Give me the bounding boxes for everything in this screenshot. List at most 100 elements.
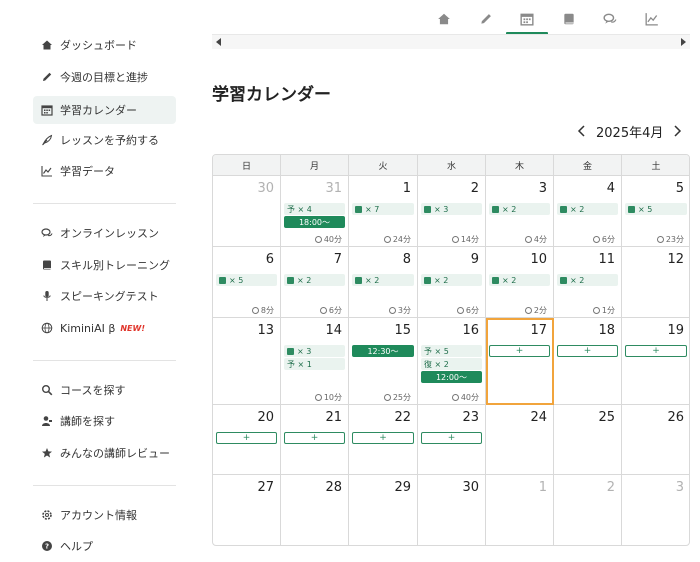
calendar-day[interactable]: 23 + — [418, 405, 486, 475]
calendar-day[interactable]: 7 × 2 6分 — [281, 247, 349, 318]
calendar-day[interactable]: 6 × 5 8分 — [213, 247, 281, 318]
sidebar-item-14[interactable]: ? ヘルプ — [33, 532, 176, 560]
scroll-right-icon[interactable] — [678, 37, 688, 47]
study-record-chip[interactable]: 予 × 5 — [421, 345, 482, 357]
study-record-chip[interactable]: 予 × 1 — [284, 358, 345, 370]
next-month-button[interactable] — [669, 123, 685, 139]
lesson-reservation[interactable]: 12:00～ — [421, 371, 482, 383]
sidebar-item-1[interactable]: ダッシュボード — [33, 31, 176, 59]
tab-pencil[interactable] — [466, 6, 506, 34]
calendar-day[interactable]: 20 + — [213, 405, 281, 475]
study-record-chip[interactable]: 復 × 2 — [421, 358, 482, 370]
calendar-day[interactable]: 1 × 7 24分 — [349, 176, 418, 247]
tab-home[interactable] — [424, 6, 464, 34]
scroll-left-icon[interactable] — [214, 37, 224, 47]
study-record-chip[interactable]: × 2 — [421, 274, 482, 286]
calendar-day[interactable]: 3 — [622, 475, 689, 545]
add-schedule-button[interactable]: + — [216, 432, 277, 444]
calendar-day[interactable]: 25 — [554, 405, 622, 475]
study-duration-value: 40分 — [323, 235, 342, 244]
study-record-chip[interactable]: × 2 — [489, 274, 550, 286]
sidebar-item-2[interactable]: 今週の目標と進捗 — [33, 63, 176, 91]
study-record-chip[interactable]: × 2 — [557, 274, 618, 286]
study-record-chip[interactable]: × 2 — [284, 274, 345, 286]
calendar-day[interactable]: 28 — [281, 475, 349, 545]
day-number: 21 — [325, 410, 342, 425]
add-schedule-button[interactable]: + — [421, 432, 482, 444]
calendar-day[interactable]: 21 + — [281, 405, 349, 475]
calendar-day[interactable]: 8 × 2 3分 — [349, 247, 418, 318]
study-duration-value: 6分 — [601, 235, 615, 244]
tab-scroll-strip[interactable] — [212, 34, 690, 49]
study-record-label: × 2 — [502, 204, 517, 214]
calendar-day[interactable]: 26 — [622, 405, 689, 475]
study-record-chip[interactable]: × 5 — [216, 274, 277, 286]
calendar-day[interactable]: 3 × 2 4分 — [486, 176, 554, 247]
calendar-day[interactable]: 19 + — [622, 318, 689, 405]
study-record-chip[interactable]: × 2 — [557, 203, 618, 215]
sidebar-item-7[interactable]: スキル別トレーニング — [33, 251, 176, 279]
tab-chat[interactable] — [590, 6, 630, 34]
calendar-day[interactable]: 24 — [486, 405, 554, 475]
prev-month-button[interactable] — [574, 123, 590, 139]
add-schedule-button[interactable]: + — [557, 345, 618, 357]
calendar-day[interactable]: 18 + — [554, 318, 622, 405]
study-record-chip[interactable]: × 2 — [352, 274, 414, 286]
study-record-chip[interactable]: × 2 — [489, 203, 550, 215]
calendar-day[interactable]: 29 — [349, 475, 418, 545]
calendar-day[interactable]: 4 × 2 6分 — [554, 176, 622, 247]
calendar-day-today[interactable]: 17 + — [486, 318, 554, 405]
study-duration-value: 23分 — [665, 235, 684, 244]
calendar-day[interactable]: 14 × 3 予 × 1 10分 — [281, 318, 349, 405]
study-record-chip[interactable]: × 7 — [352, 203, 414, 215]
calendar-day[interactable]: 13 — [213, 318, 281, 405]
calendar-day[interactable]: 9 × 2 6分 — [418, 247, 486, 318]
calendar-day[interactable]: 11 × 2 1分 — [554, 247, 622, 318]
weekday-label: 木 — [486, 155, 554, 176]
calendar-day[interactable]: 2 — [554, 475, 622, 545]
sidebar-item-4[interactable]: レッスンを予約する — [33, 126, 176, 154]
sidebar-item-13[interactable]: アカウント情報 — [33, 501, 176, 529]
calendar-day[interactable]: 5 × 5 23分 — [622, 176, 689, 247]
book-icon — [560, 276, 567, 284]
calendar-day[interactable]: 12 — [622, 247, 689, 318]
study-record-chip[interactable]: 予 × 4 — [284, 203, 345, 215]
study-record-chip[interactable]: × 3 — [284, 345, 345, 357]
study-record-label: 予 × 4 — [287, 204, 312, 214]
lesson-reservation[interactable]: 18:00～ — [284, 216, 345, 228]
sidebar-item-8[interactable]: スピーキングテスト — [33, 282, 176, 310]
calendar-day[interactable]: 30 — [418, 475, 486, 545]
calendar-day[interactable]: 16 予 × 5 復 × 2 12:00～ 40分 — [418, 318, 486, 405]
day-number: 1 — [402, 181, 411, 196]
sidebar-item-6[interactable]: オンラインレッスン — [33, 219, 176, 247]
calendar-day[interactable]: 15 12:30～ 25分 — [349, 318, 418, 405]
lesson-reservation[interactable]: 12:30～ — [352, 345, 414, 357]
weekday-label: 土 — [651, 162, 661, 172]
calendar-day[interactable]: 31 予 × 4 18:00～ 40分 — [281, 176, 349, 247]
add-schedule-button[interactable]: + — [625, 345, 687, 357]
calendar-day[interactable]: 2 × 3 14分 — [418, 176, 486, 247]
sidebar-item-10[interactable]: コースを探す — [33, 376, 176, 404]
tab-calendar[interactable] — [506, 6, 548, 35]
calendar-day[interactable]: 30 — [213, 176, 281, 247]
book-icon — [287, 347, 294, 355]
calendar-day[interactable]: 22 + — [349, 405, 418, 475]
calendar-day[interactable]: 1 — [486, 475, 554, 545]
sidebar-item-12[interactable]: みんなの講師レビュー — [33, 439, 176, 467]
add-schedule-button[interactable]: + — [284, 432, 345, 444]
add-schedule-button[interactable]: + — [489, 345, 550, 357]
sidebar-item-3[interactable]: 学習カレンダー — [33, 96, 176, 124]
calendar-day[interactable]: 27 — [213, 475, 281, 545]
book-icon — [562, 11, 576, 30]
tab-chart[interactable] — [632, 6, 672, 34]
study-record-chip[interactable]: × 5 — [625, 203, 687, 215]
tab-book[interactable] — [549, 6, 589, 34]
sidebar-item-9[interactable]: KiminiAI β NEW! — [33, 314, 176, 342]
study-record-chip[interactable]: × 3 — [421, 203, 482, 215]
day-number: 17 — [530, 323, 547, 338]
sidebar-item-5[interactable]: 学習データ — [33, 157, 176, 185]
add-schedule-button[interactable]: + — [352, 432, 414, 444]
sidebar-item-11[interactable]: 講師を探す — [33, 407, 176, 435]
calendar-day[interactable]: 10 × 2 2分 — [486, 247, 554, 318]
sidebar: ダッシュボード 今週の目標と進捗 学習カレンダー レッスンを予約する 学習データオンライ… — [0, 0, 190, 562]
